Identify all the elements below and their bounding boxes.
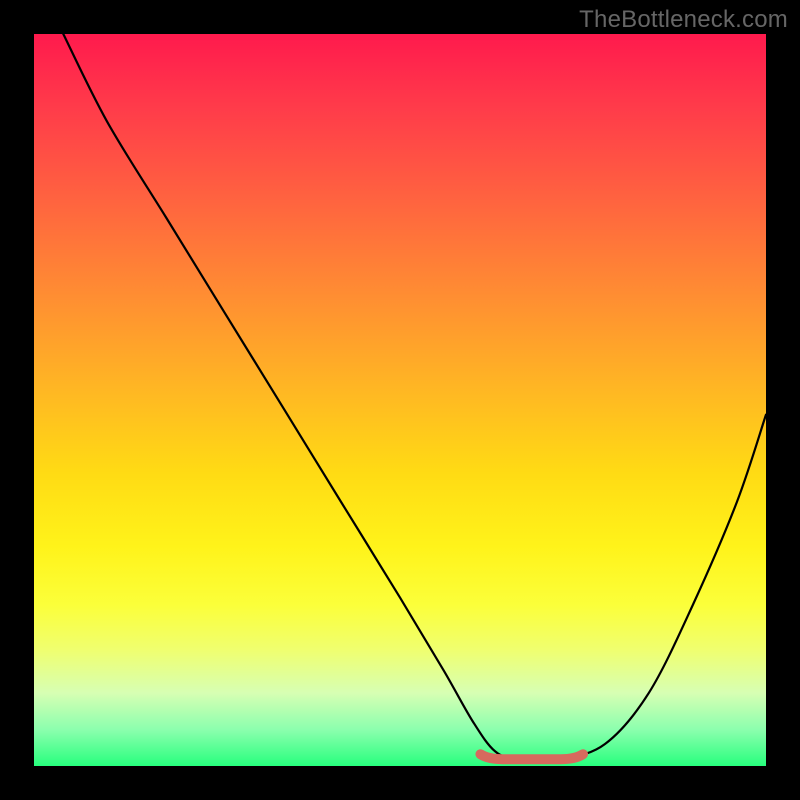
optimal-range-marker <box>481 754 584 759</box>
plot-area <box>34 34 766 766</box>
chart-svg <box>34 34 766 766</box>
chart-frame: TheBottleneck.com <box>0 0 800 800</box>
bottleneck-curve <box>63 34 766 760</box>
watermark-text: TheBottleneck.com <box>579 6 788 34</box>
